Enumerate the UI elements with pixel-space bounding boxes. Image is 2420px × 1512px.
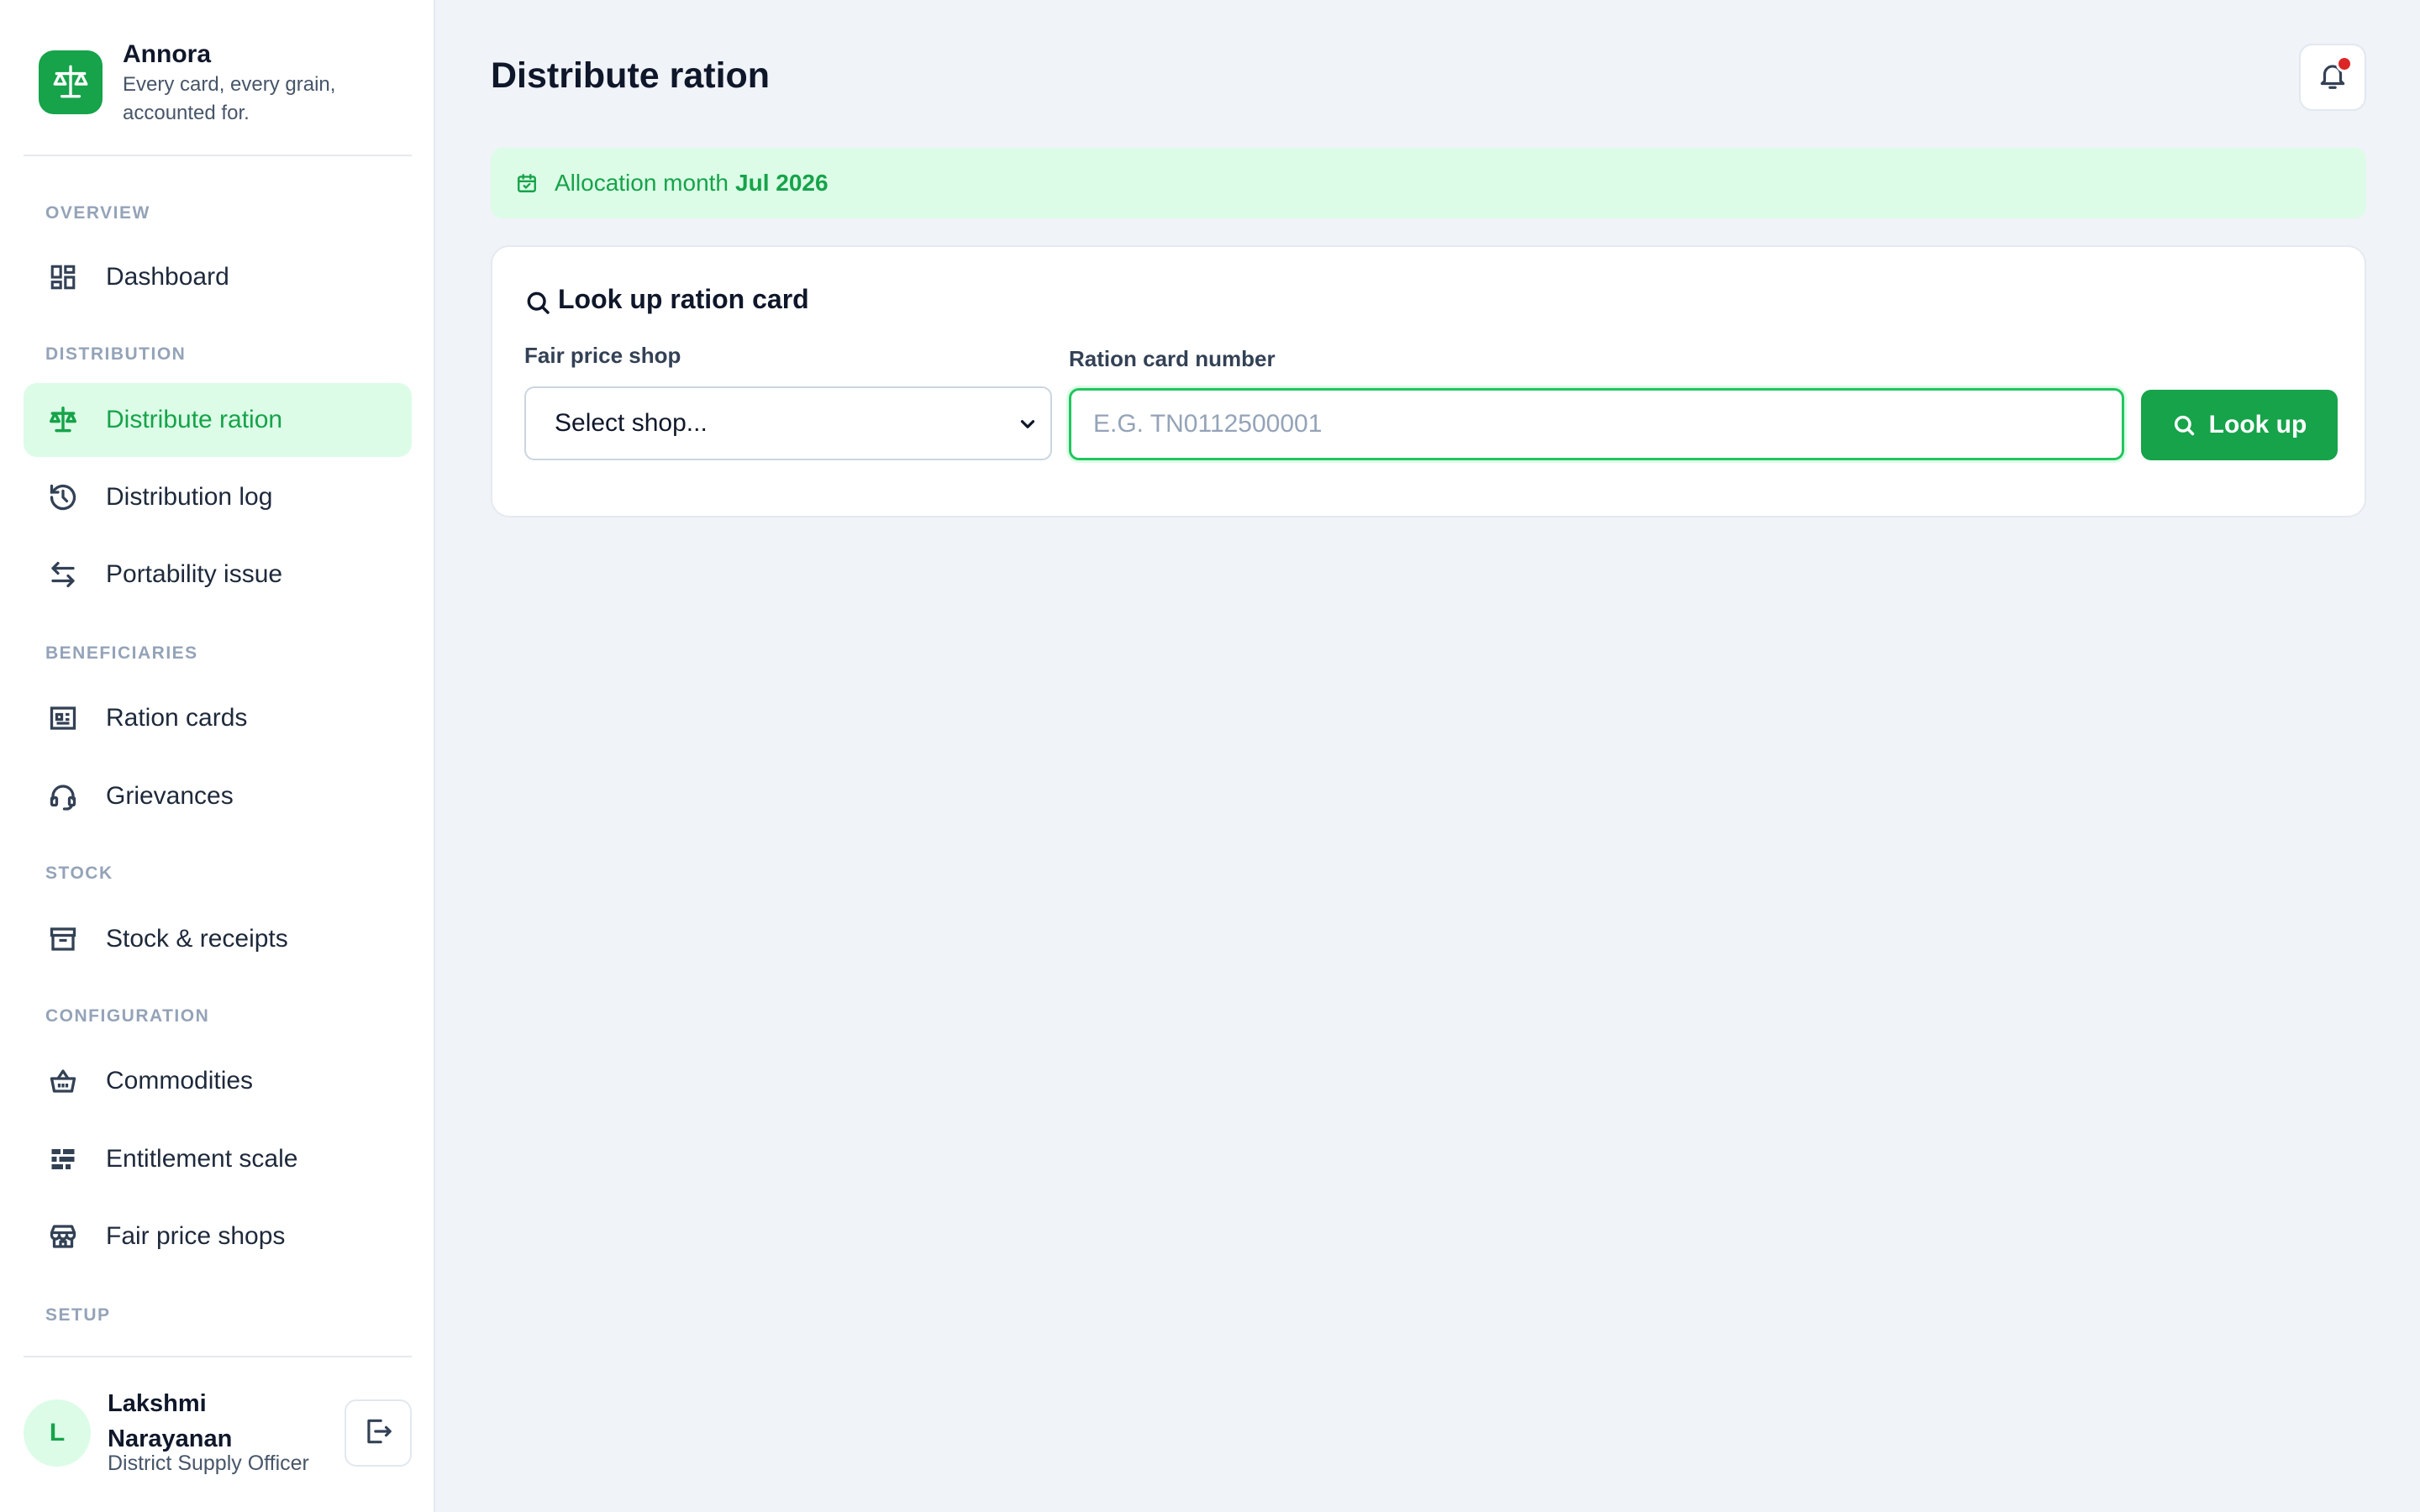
sidebar-item-grievances[interactable]: Grievances xyxy=(24,759,412,833)
allocation-month: Jul 2026 xyxy=(735,170,829,196)
sidebar: Annora Every card, every grain, accounte… xyxy=(0,0,435,1512)
history-icon xyxy=(45,480,81,515)
sidebar-item-label: Dashboard xyxy=(106,263,229,291)
avatar: L xyxy=(24,1399,91,1467)
sidebar-item-label: Distribution log xyxy=(106,483,273,511)
search-icon xyxy=(2172,413,2196,437)
swap-icon xyxy=(45,557,81,592)
card-list-icon xyxy=(45,701,81,736)
headset-icon xyxy=(45,779,81,814)
sidebar-item-entitlement-scale[interactable]: Entitlement scale xyxy=(24,1122,412,1196)
list-bars-icon xyxy=(45,1142,81,1177)
calendar-check-icon xyxy=(516,172,538,194)
sidebar-item-distribute-ration[interactable]: Distribute ration xyxy=(24,383,412,457)
card-number-label: Ration card number xyxy=(1069,346,1276,371)
card-number-input[interactable] xyxy=(1069,388,2124,460)
logout-button[interactable] xyxy=(345,1399,412,1467)
section-configuration: CONFIGURATION xyxy=(45,1006,210,1026)
lookup-title-text: Look up ration card xyxy=(558,283,809,314)
section-overview: OVERVIEW xyxy=(45,203,150,223)
sidebar-item-label: Stock & receipts xyxy=(106,925,288,953)
section-beneficiaries: BENEFICIARIES xyxy=(45,643,198,663)
lookup-button-label: Look up xyxy=(2208,411,2307,438)
sidebar-item-dashboard[interactable]: Dashboard xyxy=(24,240,412,314)
section-distribution: DISTRIBUTION xyxy=(45,344,187,364)
sidebar-item-label: Commodities xyxy=(106,1067,254,1095)
archive-icon xyxy=(45,921,81,957)
shop-select-value: Select shop... xyxy=(555,409,708,437)
dashboard-icon xyxy=(45,260,81,295)
user-role: District Supply Officer xyxy=(108,1452,309,1475)
notifications-button[interactable] xyxy=(2299,44,2366,111)
basket-icon xyxy=(45,1063,81,1099)
lookup-card-title: Look up ration card xyxy=(524,282,809,316)
scale-icon xyxy=(45,402,81,438)
shop-label: Fair price shop xyxy=(524,343,681,368)
sidebar-item-label: Ration cards xyxy=(106,704,248,732)
sidebar-item-label: Distribute ration xyxy=(106,406,283,433)
brand-tagline: Every card, every grain, accounted for. xyxy=(123,73,336,124)
sidebar-item-label: Entitlement scale xyxy=(106,1145,298,1173)
notification-badge xyxy=(2336,55,2353,72)
sidebar-divider xyxy=(24,1356,412,1357)
user-name: Lakshmi Narayanan xyxy=(108,1390,233,1452)
search-icon xyxy=(524,289,551,316)
sidebar-divider xyxy=(24,155,412,156)
user-profile: L Lakshmi Narayanan District Supply Offi… xyxy=(24,1386,412,1478)
allocation-label: Allocation month xyxy=(555,170,729,196)
sidebar-item-fair-price-shops[interactable]: Fair price shops xyxy=(24,1200,412,1273)
sidebar-item-commodities[interactable]: Commodities xyxy=(24,1044,412,1118)
lookup-button[interactable]: Look up xyxy=(2141,390,2338,460)
sidebar-item-label: Portability issue xyxy=(106,560,283,588)
chevron-down-icon xyxy=(1017,413,1039,442)
sidebar-item-portability-issue[interactable]: Portability issue xyxy=(24,538,412,612)
logout-icon xyxy=(362,1415,394,1452)
sidebar-item-stock-receipts[interactable]: Stock & receipts xyxy=(24,902,412,976)
section-setup: SETUP xyxy=(45,1305,111,1325)
brand-name: Annora xyxy=(123,40,211,68)
allocation-banner: Allocation month Jul 2026 xyxy=(491,148,2366,218)
sidebar-item-label: Grievances xyxy=(106,782,234,810)
section-stock: STOCK xyxy=(45,864,113,883)
page-title: Distribute ration xyxy=(491,55,771,96)
store-icon xyxy=(45,1219,81,1254)
sidebar-item-ration-cards[interactable]: Ration cards xyxy=(24,681,412,755)
lookup-card: Look up ration card Fair price shop Sele… xyxy=(491,245,2366,517)
sidebar-item-distribution-log[interactable]: Distribution log xyxy=(24,460,412,534)
sidebar-item-label: Fair price shops xyxy=(106,1222,286,1250)
scale-logo-icon xyxy=(39,50,103,114)
shop-select[interactable]: Select shop... xyxy=(524,386,1052,460)
brand: Annora Every card, every grain, accounte… xyxy=(39,37,412,155)
